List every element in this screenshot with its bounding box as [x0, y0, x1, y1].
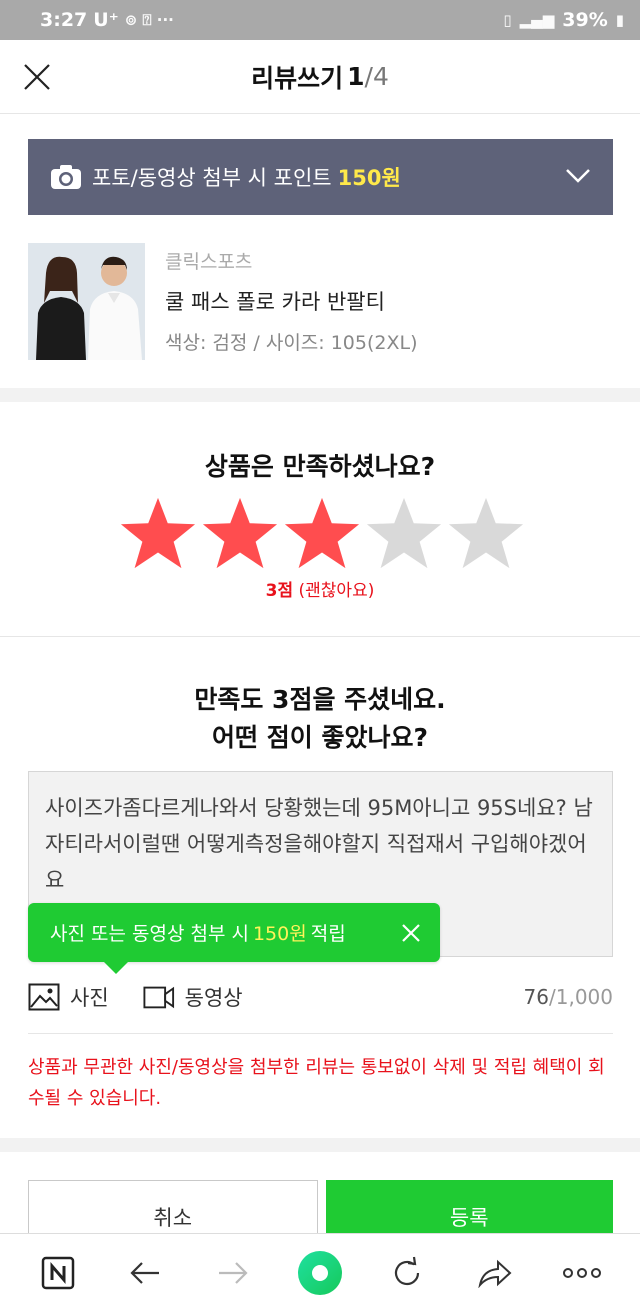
- star-4-icon[interactable]: [364, 494, 444, 572]
- rating-score: 3점 (괜찮아요): [0, 576, 640, 601]
- star-2-icon[interactable]: [200, 494, 280, 572]
- arrow-right-icon: [218, 1261, 248, 1284]
- arrow-left-icon: [130, 1261, 160, 1284]
- browser-bottom-nav: [0, 1233, 640, 1311]
- close-icon[interactable]: [22, 62, 52, 92]
- green-dot-button[interactable]: [295, 1248, 345, 1298]
- submit-button[interactable]: 등록: [325, 1180, 613, 1240]
- action-buttons: 취소 등록: [28, 1180, 613, 1240]
- close-icon[interactable]: [400, 922, 422, 944]
- char-counter: 76/1,000: [524, 985, 613, 1009]
- attach-row: 사진 동영상 76/1,000: [28, 979, 613, 1015]
- char-count: 76: [523, 985, 549, 1009]
- review-question-line1: 만족도 3점을 주셨네요.: [194, 685, 446, 714]
- star-3-icon[interactable]: [282, 494, 362, 572]
- vibrate-icon: ▯: [503, 11, 512, 29]
- product-option: 색상: 검정 / 사이즈: 105(2XL): [165, 332, 418, 354]
- product-thumbnail: [28, 243, 145, 360]
- banner-points: 150원: [337, 166, 401, 190]
- points-tooltip: 사진 또는 동영상 첨부 시 150원 적립: [28, 903, 440, 974]
- page-total: /4: [364, 62, 389, 91]
- attach-video-button[interactable]: 동영상: [143, 982, 243, 1012]
- battery-icon: ▮: [615, 11, 624, 29]
- tooltip-tail: [104, 962, 128, 974]
- star-1-icon[interactable]: [118, 494, 198, 572]
- chevron-down-icon[interactable]: [565, 167, 591, 185]
- naver-home-button[interactable]: [33, 1248, 83, 1298]
- tooltip-suffix: 적립: [310, 923, 346, 945]
- review-question: 만족도 3점을 주셨네요. 어떤 점이 좋았나요?: [0, 681, 640, 757]
- status-bar: 3:27 U⁺ ⊚ ⍰ ··· ▯ ▂▄▆ 39% ▮: [0, 0, 640, 40]
- video-camera-icon: [143, 986, 174, 1009]
- star-rating: [118, 494, 526, 572]
- refresh-icon: [395, 1256, 420, 1285]
- cancel-button[interactable]: 취소: [28, 1180, 318, 1240]
- review-question-line2: 어떤 점이 좋았나요?: [212, 723, 428, 752]
- star-5-icon[interactable]: [446, 494, 526, 572]
- score-desc: (괜찮아요): [298, 581, 375, 601]
- char-limit: /1,000: [549, 985, 613, 1009]
- attach-photo-label: 사진: [70, 986, 109, 1010]
- rating-question: 상품은 만족하셨나요?: [204, 452, 436, 481]
- refresh-button[interactable]: [382, 1248, 432, 1298]
- product-info: 클릭스포츠 쿨 패스 폴로 카라 반팔티 색상: 검정 / 사이즈: 105(2…: [28, 243, 613, 361]
- attach-photo-button[interactable]: 사진: [28, 982, 109, 1012]
- naver-logo-icon: [41, 1256, 74, 1289]
- banner-text: 포토/동영상 첨부 시 포인트: [92, 166, 332, 190]
- signal-icon: ▂▄▆: [519, 11, 555, 29]
- attach-video-label: 동영상: [184, 986, 243, 1010]
- green-dot-icon: [297, 1250, 342, 1295]
- share-arrow-icon: [478, 1259, 512, 1288]
- warning-notice: 상품과 무관한 사진/동영상을 첨부한 리뷰는 통보없이 삭제 및 적립 혜택이…: [28, 1057, 605, 1109]
- camera-icon: [51, 165, 81, 189]
- header: 리뷰쓰기 1/4: [0, 40, 640, 114]
- status-time: 3:27: [40, 9, 88, 31]
- tooltip-points: 150원: [252, 923, 307, 945]
- share-button[interactable]: [470, 1248, 520, 1298]
- points-banner[interactable]: 포토/동영상 첨부 시 포인트 150원: [28, 139, 613, 215]
- section-divider: [0, 388, 640, 402]
- product-brand: 클릭스포츠: [165, 251, 253, 273]
- back-button[interactable]: [120, 1248, 170, 1298]
- score-label: 3점: [265, 581, 294, 601]
- tooltip-prefix: 사진 또는 동영상 첨부 시: [50, 923, 249, 945]
- forward-button[interactable]: [208, 1248, 258, 1298]
- product-name: 쿨 패스 폴로 카라 반팔티: [165, 290, 385, 314]
- section-divider: [0, 1138, 640, 1152]
- more-dots-icon: [563, 1267, 602, 1278]
- battery-percent: 39%: [562, 9, 608, 31]
- status-extra-icons: ⊚ ⍰ ···: [124, 11, 174, 29]
- image-icon: [28, 983, 60, 1011]
- status-carrier: U⁺: [93, 9, 119, 31]
- page-current: 1: [347, 62, 365, 91]
- attach-separator: [28, 1033, 613, 1034]
- page-title: 리뷰쓰기: [251, 63, 344, 93]
- page-indicator: 1/4: [347, 62, 389, 91]
- section-separator: [0, 636, 640, 637]
- more-button[interactable]: [557, 1248, 607, 1298]
